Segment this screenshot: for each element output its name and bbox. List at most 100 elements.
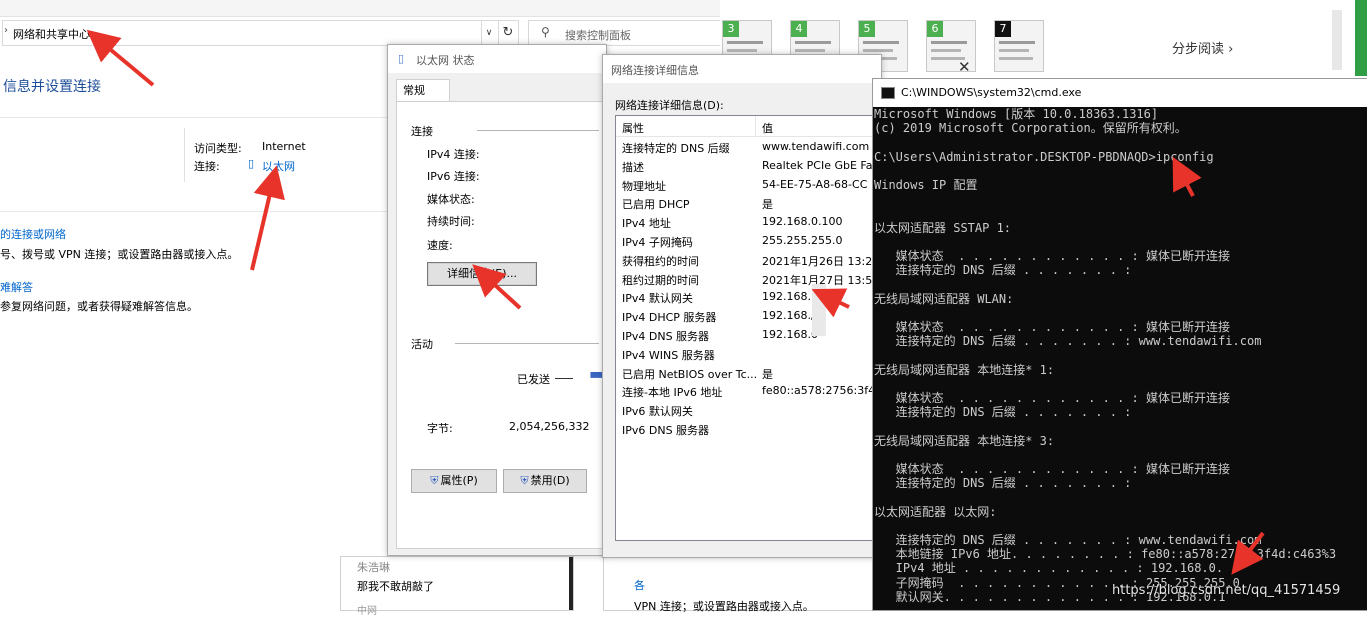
list-header: 属性 值 [616, 116, 882, 137]
setup-connection-link[interactable]: 的连接或网络 [0, 226, 66, 242]
details-button[interactable]: 详细信息(E)... [427, 262, 537, 286]
console-line: 以太网适配器 SSTAP 1: [874, 220, 1012, 235]
console-line: 媒体状态 . . . . . . . . . . . . : 媒体已断开连接 [874, 391, 1230, 405]
console-line: 无线局域网适配器 本地连接* 1: [874, 362, 1055, 377]
section-link[interactable]: 各 [634, 577, 645, 593]
console-line: 连接特定的 DNS 后缀 . . . . . . . : [874, 476, 1132, 491]
thumbnail-content [999, 57, 1033, 60]
section-activity: 活动 [411, 338, 433, 351]
tab-general[interactable]: 常规 [396, 79, 450, 102]
ipv4-connectivity-label: IPv4 连接: [427, 148, 480, 161]
details-row[interactable]: 连接-本地 IPv6 地址 fe80::a578:2756:3f4d:c [616, 381, 882, 399]
property-name: IPv4 地址 [622, 217, 671, 231]
speed-label: 速度: [427, 239, 453, 252]
property-value: 255.255.255.0 [762, 234, 843, 247]
console-line: 以太网适配器 以太网: [874, 504, 997, 519]
property-name: 描述 [622, 160, 644, 174]
details-row[interactable]: 已启用 NetBIOS over Tc... 是 [616, 363, 882, 381]
connection-link[interactable]: 以太网 [262, 158, 295, 174]
properties-button[interactable]: ⛨ 属性(P) [411, 469, 497, 493]
page-title: 信息并设置连接 [3, 79, 101, 95]
details-row[interactable]: IPv6 默认网关 [616, 400, 882, 418]
properties-button-label: 属性(P) [440, 474, 478, 487]
thumbnail-content [863, 49, 893, 52]
console-line: 无线局域网适配器 WLAN: [874, 291, 1014, 306]
console-line: Microsoft Windows [版本 10.0.18363.1316] [874, 107, 1159, 121]
cmd-window[interactable]: C:\WINDOWS\system32\cmd.exe Microsoft Wi… [872, 78, 1367, 611]
console-line: 媒体状态 . . . . . . . . . . . . : 媒体已断开连接 [874, 320, 1230, 334]
dialog-titlebar[interactable]: 网络连接详细信息 [603, 55, 881, 83]
breadcrumb[interactable]: 网络和共享中心 [13, 26, 90, 42]
property-value: 192.168.0 [762, 328, 818, 341]
thumbnail-content [999, 49, 1029, 52]
console-output[interactable]: Microsoft Windows [版本 10.0.18363.1316] (c… [874, 107, 1367, 610]
watermark: https://blog.csdn.net/qq_41571459 [1112, 583, 1341, 598]
details-row[interactable]: IPv4 WINS 服务器 [616, 344, 882, 362]
property-name: IPv6 DNS 服务器 [622, 424, 710, 437]
details-row[interactable]: 物理地址 54-EE-75-A8-68-CC [616, 175, 882, 193]
column-header-value[interactable]: 值 [762, 120, 773, 136]
disable-button[interactable]: ⛨ 禁用(D) [503, 469, 587, 493]
divider [477, 130, 599, 131]
console-line: 本地链接 IPv6 地址. . . . . . . . : fe80::a578… [874, 547, 1337, 562]
column-header-property[interactable]: 属性 [622, 120, 644, 136]
search-placeholder: 搜索控制面板 [565, 29, 631, 42]
property-name: IPv4 DNS 服务器 [622, 330, 710, 343]
details-row[interactable]: 租约过期的时间 2021年1月27日 13:50:4 [616, 269, 882, 287]
divider [184, 128, 185, 182]
search-input[interactable]: ⚲ 搜索控制面板 [528, 20, 722, 46]
property-name: 已启用 DHCP [622, 198, 690, 212]
bytes-label: 字节: [427, 422, 453, 435]
details-row[interactable]: 描述 Realtek PCIe GbE Famil [616, 156, 882, 174]
property-value: 是 [762, 367, 773, 381]
ethernet-icon: ▯ [248, 157, 255, 170]
details-row[interactable]: 连接特定的 DNS 后缀 www.tendawifi.com [616, 137, 882, 155]
details-row[interactable]: IPv4 地址 192.168.0.100 [616, 212, 882, 230]
details-row[interactable]: IPv4 默认网关 192.168. [616, 287, 882, 305]
console-line: 媒体状态 . . . . . . . . . . . . : 媒体已断开连接 [874, 462, 1230, 476]
refresh-icon[interactable]: ↻ [498, 20, 519, 46]
thumbnail-number: 3 [723, 21, 739, 37]
address-bar[interactable]: › 网络和共享中心 [2, 20, 482, 46]
troubleshoot-link[interactable]: 难解答 [0, 279, 33, 295]
chevron-down-icon[interactable]: ∨ [480, 20, 499, 46]
property-name: 物理地址 [622, 179, 666, 193]
thumbnail-content [863, 41, 899, 44]
chat-sender: 朱浩琳 [357, 561, 390, 574]
details-row[interactable]: IPv4 DNS 服务器 192.168.0 [616, 325, 882, 343]
details-row[interactable]: IPv4 子网掩码 255.255.255.0 [616, 231, 882, 249]
column-separator[interactable] [755, 116, 756, 136]
details-caption: 网络连接详细信息(D): [615, 99, 724, 112]
dialog-title: 以太网 状态 [416, 54, 475, 67]
property-name: 连接-本地 IPv6 地址 [622, 386, 723, 400]
property-name: IPv4 WINS 服务器 [622, 348, 715, 362]
cmd-titlebar[interactable]: C:\WINDOWS\system32\cmd.exe [873, 79, 1367, 107]
scrollbar[interactable] [1332, 10, 1342, 70]
thumbnail-content [795, 49, 825, 52]
property-name: IPv4 DHCP 服务器 [622, 311, 717, 325]
shield-icon: ⛨ [430, 474, 439, 487]
property-name: 获得租约的时间 [622, 254, 699, 268]
details-list[interactable]: 属性 值 连接特定的 DNS 后缀 www.tendawifi.com 描述 Real… [615, 115, 883, 541]
property-name: 租约过期的时间 [622, 273, 699, 287]
redaction-blur [812, 284, 826, 336]
console-line: Windows IP 配置 [874, 178, 978, 192]
divider [455, 343, 599, 344]
ethernet-status-dialog: ▯ 以太网 状态 常规 连接 IPv4 连接: IPv6 连接: 媒体状态: 持… [387, 44, 608, 556]
cmd-title: C:\WINDOWS\system32\cmd.exe [901, 86, 1082, 99]
property-value: Realtek PCIe GbE Famil [762, 158, 883, 172]
page-thumbnail[interactable]: 7 [994, 20, 1044, 72]
dialog-titlebar[interactable]: ▯ 以太网 状态 [388, 45, 606, 73]
details-row[interactable]: IPv4 DHCP 服务器 192.168./ [616, 306, 882, 324]
thumbnail-content [727, 41, 763, 44]
close-icon[interactable]: ✕ [958, 58, 971, 76]
details-row[interactable]: 已启用 DHCP 是 [616, 193, 882, 211]
dialog-title: 网络连接详细信息 [611, 64, 699, 77]
details-row[interactable]: IPv6 DNS 服务器 [616, 419, 882, 437]
details-row[interactable]: 获得租约的时间 2021年1月26日 13:21:4 [616, 250, 882, 268]
property-value: www.tendawifi.com [762, 140, 870, 153]
step-read-link[interactable]: 分步阅读 › [1172, 38, 1233, 57]
property-value: 192.168.0.100 [762, 215, 843, 229]
console-line: (c) 2019 Microsoft Corporation。保留所有权利。 [874, 121, 1187, 136]
property-value: fe80::a578:2756:3f4d:c [762, 384, 883, 398]
